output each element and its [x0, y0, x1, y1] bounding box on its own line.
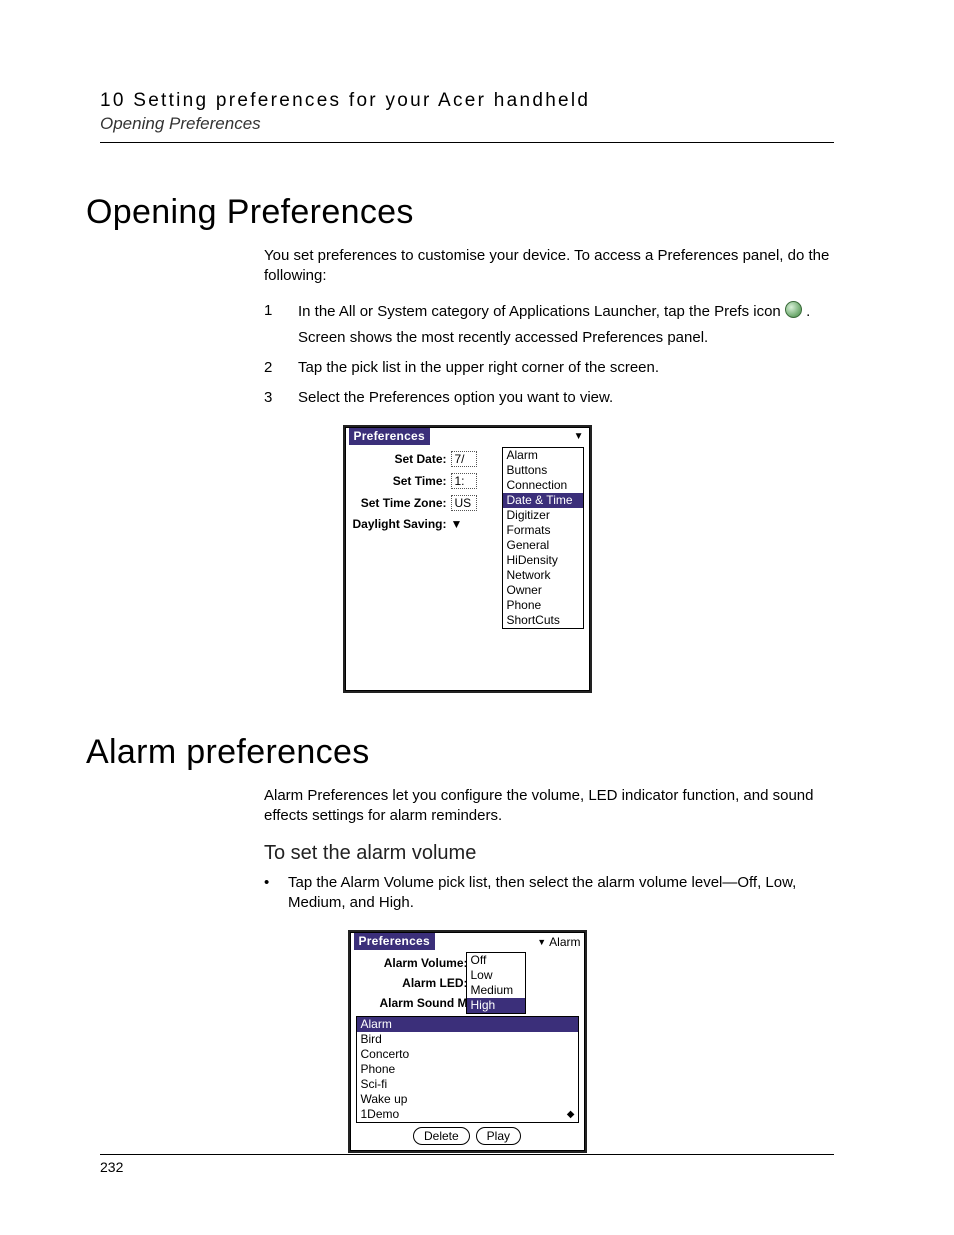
scroll-down-icon[interactable]: ◆ — [567, 1110, 575, 1120]
running-header: 10 Setting preferences for your Acer han… — [100, 90, 834, 134]
volume-option[interactable]: Off — [467, 953, 525, 968]
alarm-heading: Alarm preferences — [86, 733, 834, 772]
body-content: You set preferences to customise your de… — [264, 246, 834, 409]
value-set-time[interactable]: 1: — [451, 473, 477, 489]
label-set-date: Set Date: — [351, 452, 451, 466]
step-1-text-a: In the All or System category of Applica… — [298, 303, 785, 320]
sound-item[interactable]: 1Demo — [357, 1107, 578, 1122]
picklist-item[interactable]: Connection — [503, 478, 583, 493]
alarm-volume-picklist[interactable]: Off Low Medium High — [466, 952, 526, 1014]
page-number: 232 — [100, 1159, 834, 1175]
picklist-item-selected[interactable]: Date & Time — [503, 493, 583, 508]
dropdown-arrow-icon: ▼ — [537, 937, 546, 947]
step-2-text: Tap the pick list in the upper right cor… — [298, 358, 834, 378]
palm2-title: Preferences — [354, 933, 435, 950]
palm1-title: Preferences — [349, 428, 430, 445]
step-3-text: Select the Preferences option you want t… — [298, 388, 834, 408]
header-rule — [100, 142, 834, 143]
sound-item[interactable]: Sci-fi — [357, 1077, 578, 1092]
page-heading: Opening Preferences — [86, 193, 834, 232]
label-alarm-led: Alarm LED: — [356, 976, 472, 990]
step-3: 3 Select the Preferences option you want… — [264, 388, 834, 408]
sound-item[interactable]: Concerto — [357, 1047, 578, 1062]
palm-screenshot-1: Preferences ▼ Set Date: 7/ Set Time: 1: … — [343, 425, 592, 693]
label-daylight-saving: Daylight Saving: — [351, 517, 451, 531]
value-set-date[interactable]: 7/ — [451, 451, 477, 467]
play-button[interactable]: Play — [476, 1127, 521, 1145]
dropdown-arrow-icon[interactable]: ▼ — [574, 431, 586, 442]
chapter-title: 10 Setting preferences for your Acer han… — [100, 90, 834, 112]
step-number: 3 — [264, 388, 298, 408]
volume-option[interactable]: Medium — [467, 983, 525, 998]
bullet-alarm-volume: • Tap the Alarm Volume pick list, then s… — [264, 873, 834, 914]
volume-option-selected[interactable]: High — [467, 998, 525, 1013]
picklist-item[interactable]: Alarm — [503, 448, 583, 463]
picklist-item[interactable]: Owner — [503, 583, 583, 598]
label-alarm-sound: Alarm Sound M — [356, 996, 472, 1010]
picklist-item[interactable]: HiDensity — [503, 553, 583, 568]
picklist-item[interactable]: Network — [503, 568, 583, 583]
bullet-icon: • — [264, 873, 288, 914]
step-1-text-b: . — [806, 303, 810, 320]
palm-screenshot-2: Preferences ▼ Alarm Alarm Volume: Alarm … — [348, 930, 587, 1153]
step-number: 1 — [264, 301, 298, 321]
preferences-picklist[interactable]: Alarm Buttons Connection Date & Time Dig… — [502, 447, 584, 629]
prefs-icon — [785, 301, 802, 318]
footer-rule — [100, 1154, 834, 1155]
steps-list: 1 In the All or System category of Appli… — [264, 301, 834, 409]
sound-item[interactable]: Bird — [357, 1032, 578, 1047]
value-daylight-saving[interactable]: ▼ — [451, 517, 463, 531]
label-set-time: Set Time: — [351, 474, 451, 488]
page-footer: 232 — [100, 1154, 834, 1175]
section-title: Opening Preferences — [100, 114, 834, 134]
value-set-timezone[interactable]: US — [451, 495, 477, 511]
sound-item[interactable]: Phone — [357, 1062, 578, 1077]
step-1: 1 In the All or System category of Appli… — [264, 301, 834, 349]
picklist-item[interactable]: General — [503, 538, 583, 553]
sound-item[interactable]: Wake up — [357, 1092, 578, 1107]
label-alarm-volume: Alarm Volume: — [356, 956, 472, 970]
alarm-intro: Alarm Preferences let you configure the … — [264, 786, 834, 827]
picklist-item[interactable]: Phone — [503, 598, 583, 613]
step-2: 2 Tap the pick list in the upper right c… — [264, 358, 834, 378]
palm2-category-picklist[interactable]: ▼ Alarm — [537, 935, 580, 949]
picklist-item[interactable]: Digitizer — [503, 508, 583, 523]
picklist-item[interactable]: ShortCuts — [503, 613, 583, 628]
figure-preferences-picklist: Preferences ▼ Set Date: 7/ Set Time: 1: … — [100, 425, 834, 693]
volume-option[interactable]: Low — [467, 968, 525, 983]
bullet-text: Tap the Alarm Volume pick list, then sel… — [288, 873, 834, 914]
figure-alarm-preferences: Preferences ▼ Alarm Alarm Volume: Alarm … — [100, 930, 834, 1153]
alarm-sound-list[interactable]: Alarm Bird Concerto Phone Sci-fi Wake up… — [356, 1016, 579, 1123]
sound-item-selected[interactable]: Alarm — [357, 1017, 578, 1032]
step-1-sub: Screen shows the most recently accessed … — [298, 328, 834, 348]
sub-heading-alarm-volume: To set the alarm volume — [264, 840, 834, 867]
intro-paragraph: You set preferences to customise your de… — [264, 246, 834, 287]
label-set-timezone: Set Time Zone: — [351, 496, 451, 510]
picklist-item[interactable]: Formats — [503, 523, 583, 538]
step-number: 2 — [264, 358, 298, 378]
palm2-category-label: Alarm — [549, 935, 580, 949]
picklist-item[interactable]: Buttons — [503, 463, 583, 478]
delete-button[interactable]: Delete — [413, 1127, 470, 1145]
